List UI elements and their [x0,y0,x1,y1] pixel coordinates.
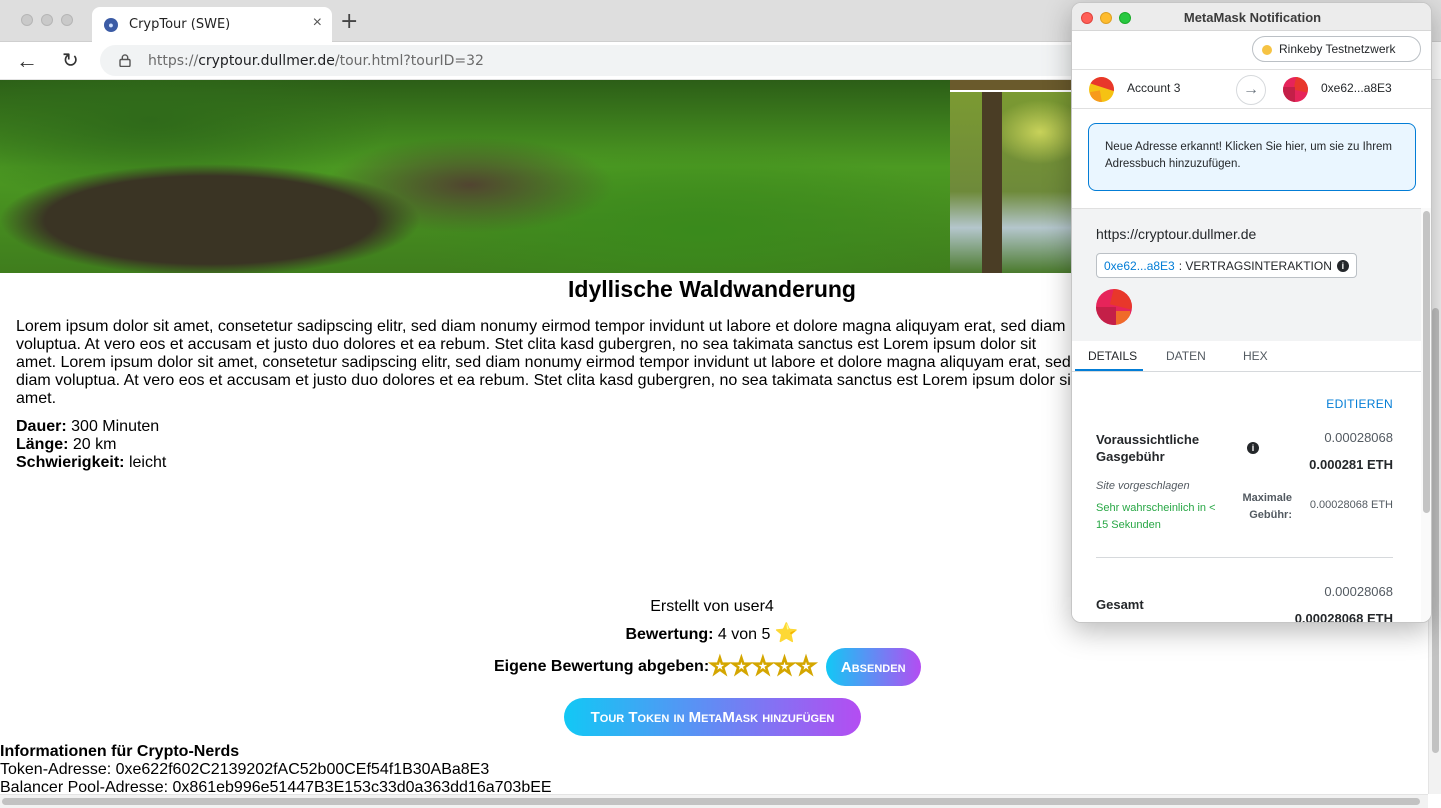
rating-stars-input: ☆ ☆ ☆ ☆ ☆ [709,654,818,679]
contract-avatar [1096,289,1132,325]
edit-gas-link[interactable]: EDITIEREN [1326,397,1393,411]
close-window-dot[interactable] [21,14,33,26]
divider [1096,557,1393,558]
account-bar: Account 3 → 0xe62...a8E3 [1072,69,1431,109]
tab-hex[interactable]: HEX [1243,349,1268,363]
rating-star-1[interactable]: ☆ [709,654,731,679]
rating-line: Bewertung: 4 von 5 ⭐ [0,621,1424,645]
to-account-address: 0xe62...a8E3 [1321,81,1392,95]
submit-rating-button[interactable]: Absenden [825,648,921,686]
total-primary: 0.00028068 ETH [1294,611,1393,623]
favicon-icon: ● [104,18,118,32]
tour-image-strip-top [950,80,1080,90]
metamask-popup: MetaMask Notification Rinkeby Testnetzwe… [1071,2,1432,623]
tour-hero-image [0,80,950,273]
page-scroll-thumb[interactable] [1432,308,1439,753]
new-address-notice-text: Neue Adresse erkannt! Klicken Sie hier, … [1105,141,1393,170]
metamask-tabs: DETAILS DATEN HEX [1072,341,1421,372]
site-suggested-label: Site vorgeschlagen [1096,480,1190,492]
active-tab-indicator [1075,369,1143,371]
rating-value: 4 von 5 [717,626,771,643]
token-address: Token-Adresse: 0xe622f602C2139202fAC52b0… [0,761,490,778]
gas-fee-secondary: 0.00028068 [1324,430,1393,445]
address-bar[interactable]: https://cryptour.dullmer.de/tour.html?to… [100,45,1100,76]
tour-description: Lorem ipsum dolor sit amet, consetetur s… [16,318,1076,407]
tour-image-secondary [950,92,1080,273]
difficulty-value: leicht [128,454,167,471]
metamask-scroll-thumb[interactable] [1423,211,1430,513]
contract-interaction-label: : VERTRAGSINTERAKTION [1178,258,1332,273]
lock-icon[interactable] [119,54,131,67]
rating-star-3[interactable]: ☆ [752,654,774,679]
from-account-name: Account 3 [1127,81,1181,95]
tab-title: CrypTour (SWE) [129,17,231,32]
network-selector[interactable]: Rinkeby Testnetzwerk [1252,36,1421,62]
length-line: Länge: 20 km [16,436,116,454]
new-tab-button[interactable]: + [340,9,358,34]
duration-value: 300 Minuten [71,418,160,435]
rating-label: Bewertung: [625,626,714,643]
origin-panel: https://cryptour.dullmer.de 0xe62...a8E3… [1072,208,1431,341]
browser-tab[interactable]: ● CrypTour (SWE) × [92,7,332,42]
contract-interaction-chip[interactable]: 0xe62...a8E3 : VERTRAGSINTERAKTION i [1096,253,1357,278]
transaction-details: EDITIEREN Voraussichtliche Gasgebühr i 0… [1072,373,1421,623]
estimated-gas-label: Voraussichtliche Gasgebühr [1096,432,1200,464]
minimize-window-dot[interactable] [41,14,53,26]
pool-address: Balancer Pool-Adresse: 0x861eb996e51447B… [0,779,552,794]
origin-url: https://cryptour.dullmer.de [1096,226,1257,242]
length-label: Länge: [16,436,69,453]
zoom-window-dot[interactable] [61,14,73,26]
back-button[interactable]: ← [16,48,38,74]
add-token-metamask-button[interactable]: Tour Token in MetaMask hinzufügen [564,698,861,736]
confirmation-speed: Sehr wahrscheinlich in < 15 Sekunden [1096,502,1216,531]
difficulty-label: Schwierigkeit: [16,454,125,471]
total-secondary: 0.00028068 [1324,584,1393,599]
gas-info-icon[interactable]: i [1247,442,1259,454]
info-icon[interactable]: i [1336,259,1349,272]
page-hscroll-thumb[interactable] [2,798,1420,805]
tab-details[interactable]: DETAILS [1088,349,1137,363]
contract-address[interactable]: 0xe62...a8E3 [1104,259,1175,273]
star-icon: ⭐ [774,623,799,644]
tab-close-icon[interactable]: × [313,14,322,32]
length-value: 20 km [72,436,117,453]
duration-label: Dauer: [16,418,67,435]
arrow-right-icon: → [1236,75,1266,105]
crypto-nerds-heading: Informationen für Crypto-Nerds [0,743,240,760]
network-name: Rinkeby Testnetzwerk [1279,42,1396,56]
reload-button[interactable]: ↻ [62,48,79,73]
metamask-scrollbar[interactable] [1421,208,1431,622]
from-account-avatar [1089,77,1114,102]
browser-window: ● CrypTour (SWE) × + ← ↻ https://cryptou… [0,0,1441,808]
url-text[interactable]: https://cryptour.dullmer.de/tour.html?to… [148,53,484,69]
url-scheme: https:// [148,53,199,69]
gas-fee-primary: 0.000281 ETH [1309,457,1393,472]
metamask-window-title: MetaMask Notification [1183,10,1322,25]
metamask-titlebar: MetaMask Notification [1072,3,1431,31]
to-account-avatar [1283,77,1308,102]
page-horizontal-scrollbar[interactable] [0,794,1428,808]
max-fee-label: Maximale Gebühr: [1242,492,1292,521]
rating-star-5[interactable]: ☆ [795,654,817,679]
rating-star-2[interactable]: ☆ [730,654,752,679]
own-rating-label: Eigene Bewertung abgeben: [494,658,710,675]
network-status-icon [1262,45,1272,55]
max-fee-value: 0.00028068 ETH [1309,499,1393,511]
difficulty-line: Schwierigkeit: leicht [16,454,166,472]
tab-data[interactable]: DATEN [1166,349,1206,363]
url-path: /tour.html?tourID=32 [334,53,484,69]
url-domain: cryptour.dullmer.de [198,53,335,69]
total-label: Gesamt [1096,597,1144,612]
new-address-notice[interactable]: Neue Adresse erkannt! Klicken Sie hier, … [1088,123,1416,191]
own-rating-row: Eigene Bewertung abgeben: ☆ ☆ ☆ ☆ ☆ Abse… [494,648,921,686]
rating-star-4[interactable]: ☆ [773,654,795,679]
duration-line: Dauer: 300 Minuten [16,418,159,436]
